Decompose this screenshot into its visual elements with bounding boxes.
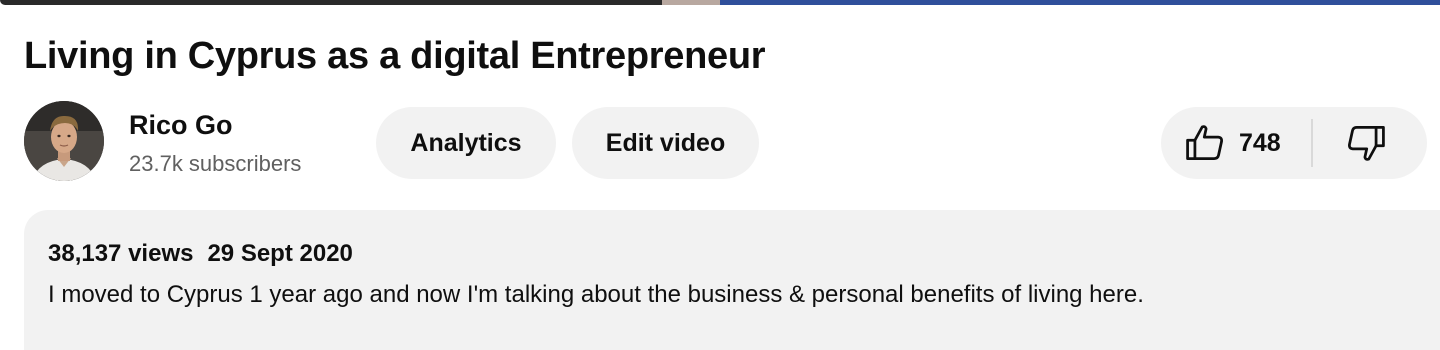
video-frame-segment	[0, 0, 663, 5]
video-player-bottom-edge	[0, 0, 1440, 5]
subscriber-count: 23.7k subscribers	[129, 151, 302, 176]
analytics-button[interactable]: Analytics	[376, 107, 556, 179]
like-count: 748	[1239, 128, 1281, 157]
channel-name[interactable]: Rico Go	[129, 106, 233, 144]
upload-date: 29 Sept 2020	[207, 240, 353, 267]
video-frame-segment	[662, 0, 720, 5]
video-frame-segment	[719, 0, 1440, 5]
description-box[interactable]: 38,137 views 29 Sept 2020 I moved to Cypr…	[24, 210, 1440, 350]
view-count: 38,137 views	[48, 240, 194, 267]
thumbs-down-icon	[1347, 126, 1385, 161]
edit-video-button[interactable]: Edit video	[572, 107, 759, 179]
like-button[interactable]: 748	[1161, 107, 1311, 179]
description-text: I moved to Cyprus 1 year ago and now I'm…	[48, 281, 1144, 308]
channel-avatar[interactable]	[24, 101, 104, 181]
like-dislike-group: 748	[1161, 107, 1427, 179]
video-title: Living in Cyprus as a digital Entreprene…	[24, 35, 766, 77]
thumbs-up-icon	[1186, 125, 1223, 160]
dislike-button[interactable]	[1313, 107, 1427, 179]
avatar-portrait	[24, 101, 104, 181]
video-meta: 38,137 views 29 Sept 2020	[48, 234, 353, 274]
